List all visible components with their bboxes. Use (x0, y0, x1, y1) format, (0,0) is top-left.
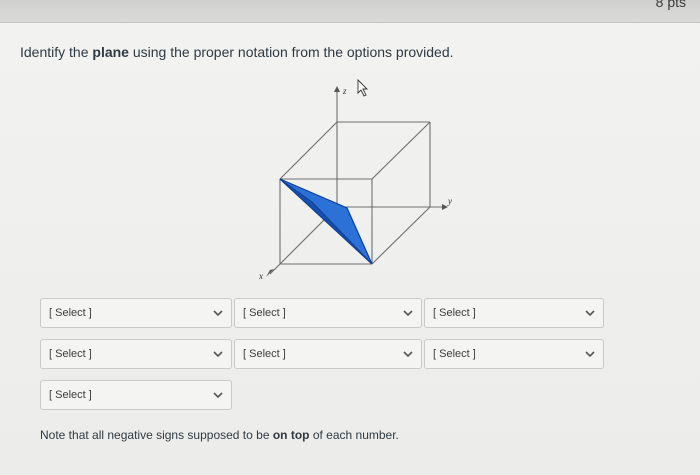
dropdown-5-value: [ Select ] (243, 348, 286, 360)
instruction-note: Note that all negative signs supposed to… (40, 428, 399, 442)
prompt-text-end: using the proper notation from the optio… (128, 44, 454, 60)
chevron-down-icon (403, 310, 413, 317)
mouse-pointer-icon (357, 78, 369, 97)
prompt-text-start: Identify the (20, 44, 93, 60)
shaded-plane-edge (279, 178, 373, 265)
note-text-start: Note that all negative signs supposed to… (40, 428, 273, 442)
dropdown-7[interactable]: [ Select ] (40, 380, 232, 410)
chevron-down-icon (213, 392, 223, 399)
chevron-down-icon (585, 310, 595, 317)
chevron-down-icon (585, 351, 595, 358)
x-axis-label: x (258, 271, 263, 281)
dropdown-2[interactable]: [ Select ] (234, 298, 422, 328)
chevron-down-icon (403, 351, 413, 358)
note-text-bold: on top (272, 428, 310, 442)
dropdown-1-value: [ Select ] (49, 307, 92, 319)
cube-edge (279, 121, 338, 180)
dropdown-7-value: [ Select ] (49, 389, 92, 401)
dropdown-4-value: [ Select ] (49, 348, 92, 360)
chevron-down-icon (213, 351, 223, 358)
cube-edge (371, 121, 431, 180)
z-axis-arrow (334, 86, 340, 92)
dropdown-3-value: [ Select ] (433, 307, 476, 319)
prompt-text-bold: plane (92, 44, 129, 60)
dropdown-6-value: [ Select ] (433, 348, 476, 360)
question-header: 8 pts (0, 0, 700, 23)
dropdown-6[interactable]: [ Select ] (424, 339, 604, 369)
chevron-down-icon (213, 310, 223, 317)
points-label: 8 pts (655, 0, 686, 10)
dropdown-3[interactable]: [ Select ] (424, 298, 604, 328)
x-axis-arrow (266, 269, 274, 277)
z-axis-label: z (342, 86, 347, 96)
question-prompt: Identify the plane using the proper nota… (20, 44, 454, 60)
dropdown-4[interactable]: [ Select ] (40, 339, 232, 369)
note-text-end: of each number. (309, 428, 399, 442)
dropdown-1[interactable]: [ Select ] (40, 298, 232, 328)
dropdown-5[interactable]: [ Select ] (234, 339, 422, 369)
y-axis-label: y (447, 196, 452, 206)
cube-edge (371, 206, 431, 265)
dropdown-2-value: [ Select ] (243, 307, 286, 319)
cube-plane-figure: z y x (258, 78, 452, 281)
